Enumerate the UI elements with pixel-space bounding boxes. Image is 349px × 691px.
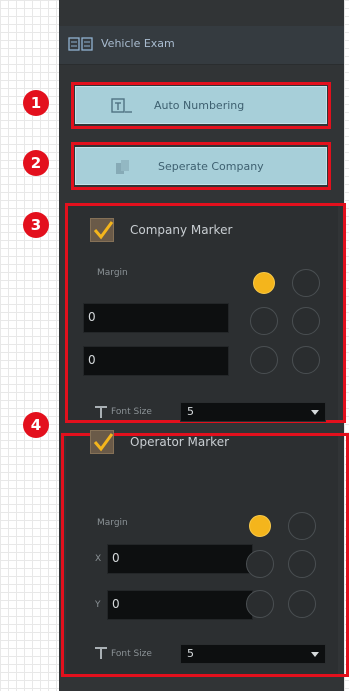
separate-company-button[interactable]: Seperate Company xyxy=(75,147,327,185)
panel-title: Vehicle Exam xyxy=(101,37,175,50)
operator-anchor-bottom-right[interactable] xyxy=(288,590,316,618)
company-anchor-middle-right[interactable] xyxy=(292,307,320,335)
operator-margin-label: Margin xyxy=(97,518,128,528)
marker-4: 4 xyxy=(23,412,49,438)
company-marker-title: Company Marker xyxy=(130,223,233,237)
operator-anchor-top-right[interactable] xyxy=(288,512,316,540)
company-anchor-bottom-left[interactable] xyxy=(250,346,278,374)
company-anchor-top-right[interactable] xyxy=(292,269,320,297)
company-x-input[interactable]: 0 xyxy=(83,303,229,333)
operator-font-size-select[interactable]: 5 xyxy=(180,644,326,664)
chevron-down-icon xyxy=(311,410,319,415)
operator-x-input[interactable]: 0 xyxy=(107,544,253,574)
company-anchor-bottom-right[interactable] xyxy=(292,346,320,374)
operator-anchor-bottom-left[interactable] xyxy=(246,590,274,618)
auto-numbering-button[interactable]: Auto Numbering xyxy=(75,86,327,124)
company-font-size-select[interactable]: 5 xyxy=(180,402,326,422)
company-font-size-value: 5 xyxy=(187,405,194,418)
operator-y-label: Y xyxy=(95,600,101,610)
checkmark-icon xyxy=(93,433,114,452)
operator-anchor-middle-left[interactable] xyxy=(246,550,274,578)
separate-icon xyxy=(114,158,132,179)
operator-anchor-middle-right[interactable] xyxy=(288,550,316,578)
company-anchor-middle-left[interactable] xyxy=(250,307,278,335)
operator-font-size-label: Font Size xyxy=(111,649,152,659)
marker-3: 3 xyxy=(23,212,49,238)
font-size-icon xyxy=(94,645,108,664)
operator-marker-checkbox[interactable] xyxy=(90,430,114,454)
chevron-down-icon xyxy=(311,652,319,657)
font-size-icon xyxy=(94,404,108,423)
vehicle-exam-icon xyxy=(68,36,94,52)
separate-company-label: Seperate Company xyxy=(158,160,264,173)
company-anchor-top-left[interactable] xyxy=(253,272,275,294)
company-margin-label: Margin xyxy=(97,268,128,278)
operator-x-label: X xyxy=(95,554,102,564)
operator-anchor-top-left[interactable] xyxy=(249,515,271,537)
operator-font-size-value: 5 xyxy=(187,647,194,660)
company-font-size-label: Font Size xyxy=(111,407,152,417)
checkmark-icon xyxy=(93,221,114,240)
auto-numbering-label: Auto Numbering xyxy=(154,99,245,112)
numbering-icon xyxy=(111,97,133,117)
company-marker-checkbox[interactable] xyxy=(90,218,114,242)
marker-2: 2 xyxy=(23,150,49,176)
marker-1: 1 xyxy=(23,90,49,116)
operator-marker-title: Operator Marker xyxy=(130,435,230,449)
operator-y-input[interactable]: 0 xyxy=(107,590,253,620)
company-y-input[interactable]: 0 xyxy=(83,346,229,376)
